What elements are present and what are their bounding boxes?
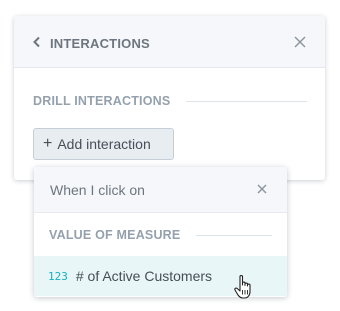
numeric-measure-icon: 123: [48, 269, 68, 283]
add-interaction-button[interactable]: + Add interaction: [33, 128, 174, 160]
dropdown-title: When I click on: [50, 182, 145, 198]
measure-item-label: # of Active Customers: [75, 268, 213, 284]
panel-header: INTERACTIONS: [14, 16, 325, 68]
hand-pointer-cursor-icon: [234, 275, 251, 299]
add-interaction-label: Add interaction: [57, 136, 151, 152]
close-icon[interactable]: [257, 184, 267, 194]
dropdown-header: When I click on: [34, 167, 287, 213]
plus-icon: +: [43, 135, 53, 152]
drill-interactions-heading: DRILL INTERACTIONS: [33, 94, 171, 108]
section-divider: [186, 101, 307, 102]
section-divider: [196, 235, 272, 236]
chevron-left-icon[interactable]: [32, 36, 42, 48]
value-of-measure-heading: VALUE OF MEASURE: [49, 228, 181, 242]
panel-title: INTERACTIONS: [50, 36, 150, 51]
close-icon[interactable]: [294, 36, 306, 48]
